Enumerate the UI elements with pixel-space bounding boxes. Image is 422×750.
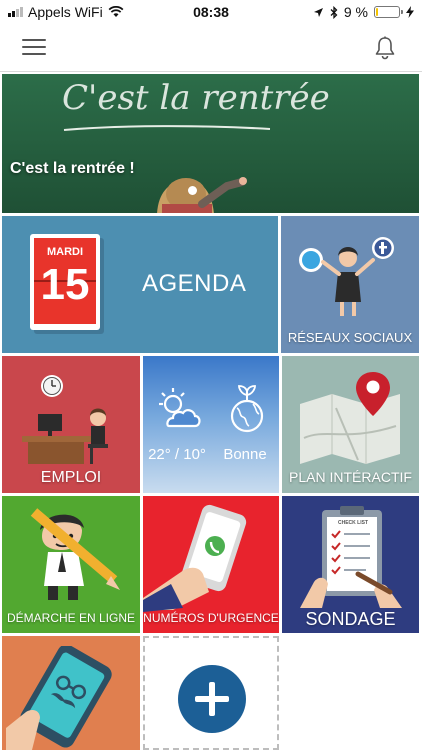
emergency-numbers-tile[interactable]: NUMÉROS D'URGENCE (143, 496, 279, 633)
air-quality-value: Bonne (223, 446, 267, 463)
office-desk-illustration (22, 375, 108, 464)
add-tile[interactable] (143, 636, 279, 750)
interactive-map-tile[interactable]: PLAN INTÉRACTIF (282, 356, 419, 493)
battery-percent: 9 % (343, 4, 368, 20)
chalk-underline (63, 125, 271, 131)
calendar-day: 15 (40, 260, 90, 309)
hand-holding-phone-illustration (143, 504, 247, 612)
weather-tile[interactable]: 22° / 10° Bonne (143, 356, 279, 493)
agenda-tile[interactable]: MARDI 15 AGENDA (2, 216, 278, 353)
chalkboard-text: C'est la rentrée (62, 78, 330, 118)
survey-label: SONDAGE (305, 609, 396, 629)
bell-icon[interactable] (372, 35, 398, 61)
location-arrow-icon (313, 7, 323, 17)
hero-banner[interactable]: C'est la rentrée C'est la rentrée ! (2, 74, 419, 213)
social-networks-label: RÉSEAUX SOCIAUX (287, 330, 413, 345)
battery-level (376, 8, 378, 16)
clipboard-title: CHECK LIST (338, 520, 368, 526)
charging-bolt-icon (406, 6, 414, 18)
bluetooth-icon (330, 5, 338, 19)
partly-cloudy-icon (159, 388, 201, 428)
social-media-woman-illustration (299, 237, 394, 316)
emergency-numbers-label: NUMÉROS D'URGENCE (143, 611, 279, 625)
schoolgirl-illustration (157, 177, 247, 213)
hamburger-menu-icon[interactable] (22, 39, 46, 57)
top-nav-bar (0, 24, 422, 72)
interactive-map-label: PLAN INTÉRACTIF (289, 469, 412, 485)
mustache-phone-tile[interactable] (2, 636, 140, 750)
survey-tile[interactable]: CHECK LIST SONDAGE (282, 496, 419, 633)
social-networks-tile[interactable]: RÉSEAUX SOCIAUX (281, 216, 419, 353)
carousel-indicator-dot[interactable] (188, 186, 197, 195)
plus-icon[interactable] (178, 665, 246, 733)
battery-icon (374, 6, 403, 18)
agenda-label: AGENDA (142, 270, 247, 297)
status-right: 9 % (313, 4, 414, 20)
folded-map-pin-icon (300, 372, 400, 464)
calendar-month: MARDI (46, 246, 84, 258)
mustache-phone-illustration (6, 646, 112, 750)
jobs-tile[interactable]: EMPLOI (2, 356, 140, 493)
hero-caption: C'est la rentrée ! (10, 160, 135, 177)
jobs-label: EMPLOI (40, 469, 102, 486)
man-with-pencil-illustration (30, 508, 120, 600)
temperature-range: 22° / 10° (148, 446, 206, 463)
status-bar: Appels WiFi 08:38 9 % (0, 0, 422, 24)
earth-leaf-icon (230, 385, 264, 433)
online-procedures-label: DÉMARCHE EN LIGNE (6, 611, 136, 625)
online-procedures-tile[interactable]: DÉMARCHE EN LIGNE (2, 496, 140, 633)
